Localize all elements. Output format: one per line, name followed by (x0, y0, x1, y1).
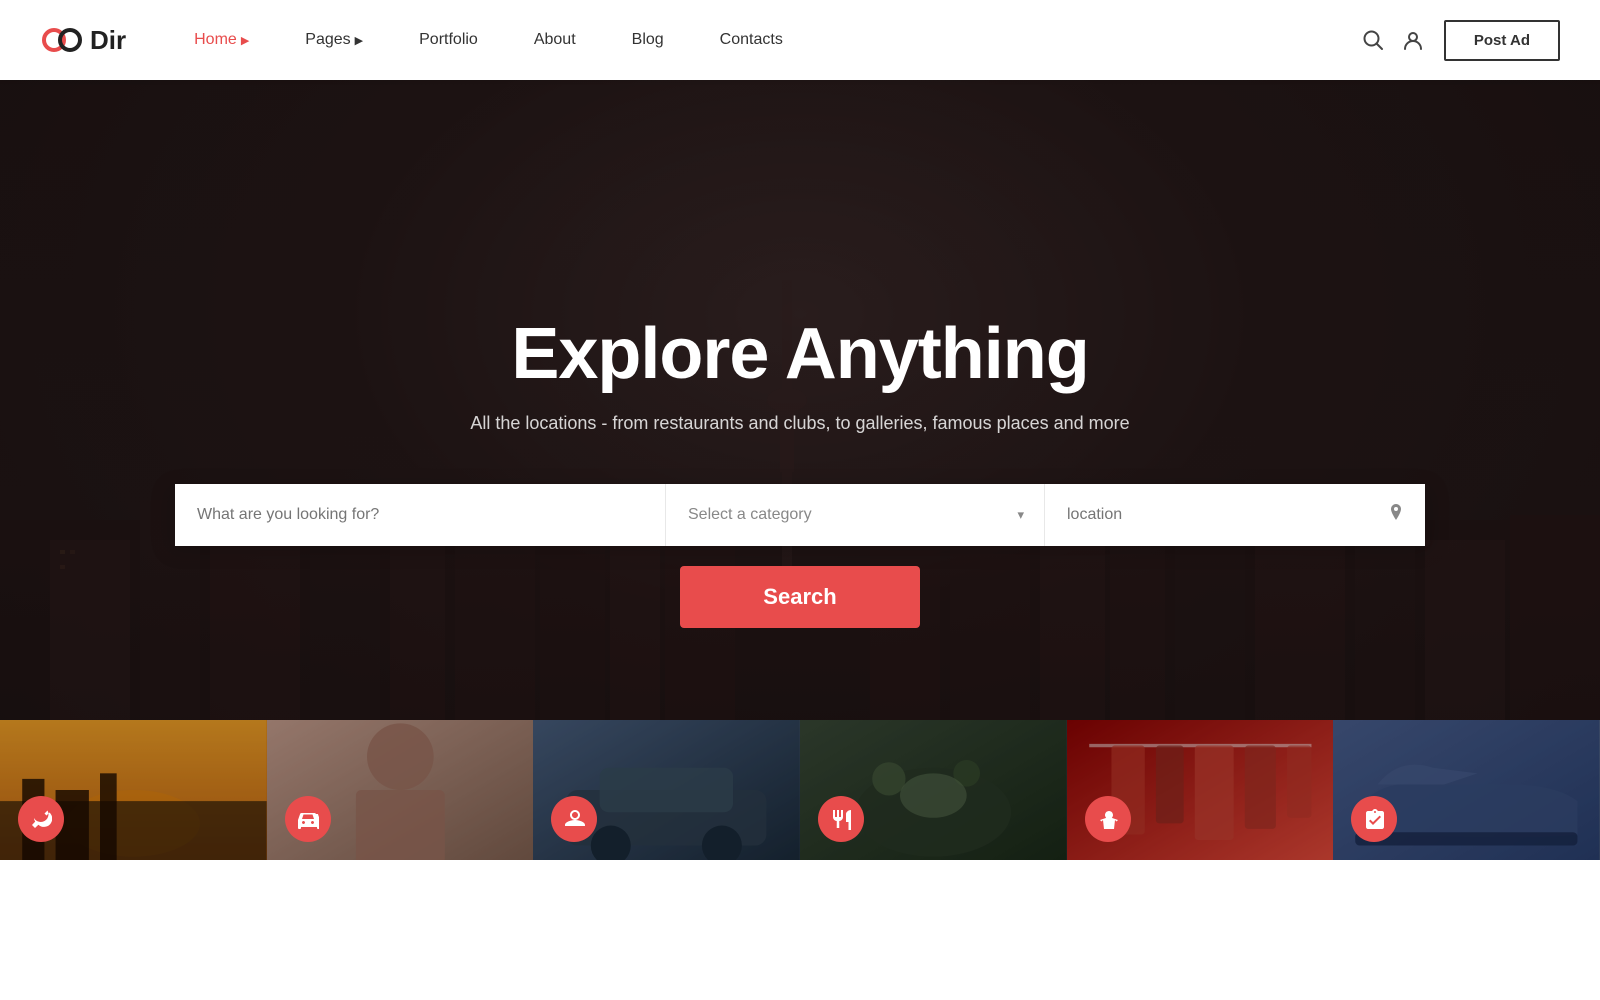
logo-text: Dir (90, 25, 126, 56)
search-button-container: Search (40, 566, 1560, 628)
pages-arrow-icon: ▶ (355, 34, 363, 47)
hero-title: Explore Anything (40, 313, 1560, 395)
checklist-icon (1363, 808, 1385, 830)
card-item-2[interactable] (267, 720, 534, 860)
category-select[interactable]: Select a category Restaurants Hotels Sho… (688, 506, 1022, 523)
nav-icons (1362, 29, 1424, 51)
search-icon (1362, 29, 1384, 51)
fashion-icon (1097, 808, 1119, 830)
card-item-4[interactable] (800, 720, 1067, 860)
card1-badge (18, 796, 64, 842)
nav-link-blog[interactable]: Blog (604, 31, 692, 49)
keyword-input-wrap (175, 484, 665, 546)
card2-badge (285, 796, 331, 842)
post-ad-button[interactable]: Post Ad (1444, 20, 1560, 61)
logo-link[interactable]: Dir (40, 18, 126, 62)
apple-icon (563, 808, 585, 830)
nav-link-portfolio[interactable]: Portfolio (391, 31, 506, 49)
search-bar: Select a category Restaurants Hotels Sho… (170, 484, 1430, 546)
nav-link-pages[interactable]: Pages ▶ (277, 31, 391, 49)
hero-section: Explore Anything All the locations - fro… (0, 80, 1600, 860)
nav-link-contacts[interactable]: Contacts (692, 31, 811, 49)
hero-subtitle: All the locations - from restaurants and… (40, 413, 1560, 434)
car-icon (297, 808, 319, 830)
keyword-input[interactable] (197, 506, 643, 524)
logo-icon (40, 18, 84, 62)
search-icon-button[interactable] (1362, 29, 1384, 51)
hero-content: Explore Anything All the locations - fro… (0, 313, 1600, 628)
card-item-3[interactable] (533, 720, 800, 860)
location-pin-icon (1387, 503, 1405, 526)
category-cards-strip (0, 720, 1600, 860)
home-arrow-icon: ▶ (241, 34, 249, 47)
search-button[interactable]: Search (680, 566, 920, 628)
nav-link-about[interactable]: About (506, 31, 604, 49)
card-item-5[interactable] (1067, 720, 1334, 860)
location-input[interactable] (1067, 506, 1403, 524)
nav-link-home[interactable]: Home ▶ (166, 31, 277, 49)
card-item-6[interactable] (1333, 720, 1600, 860)
card-item-1[interactable] (0, 720, 267, 860)
user-icon (1402, 29, 1424, 51)
card4-badge (818, 796, 864, 842)
user-icon-button[interactable] (1402, 29, 1424, 51)
navbar: Dir Home ▶ Pages ▶ Portfolio About Blog … (0, 0, 1600, 80)
category-select-wrap: Select a category Restaurants Hotels Sho… (665, 484, 1045, 546)
wrench-icon (30, 808, 52, 830)
restaurant-icon (830, 808, 852, 830)
card5-badge (1085, 796, 1131, 842)
location-input-wrap (1045, 484, 1425, 546)
nav-links: Home ▶ Pages ▶ Portfolio About Blog Cont… (166, 31, 1362, 49)
